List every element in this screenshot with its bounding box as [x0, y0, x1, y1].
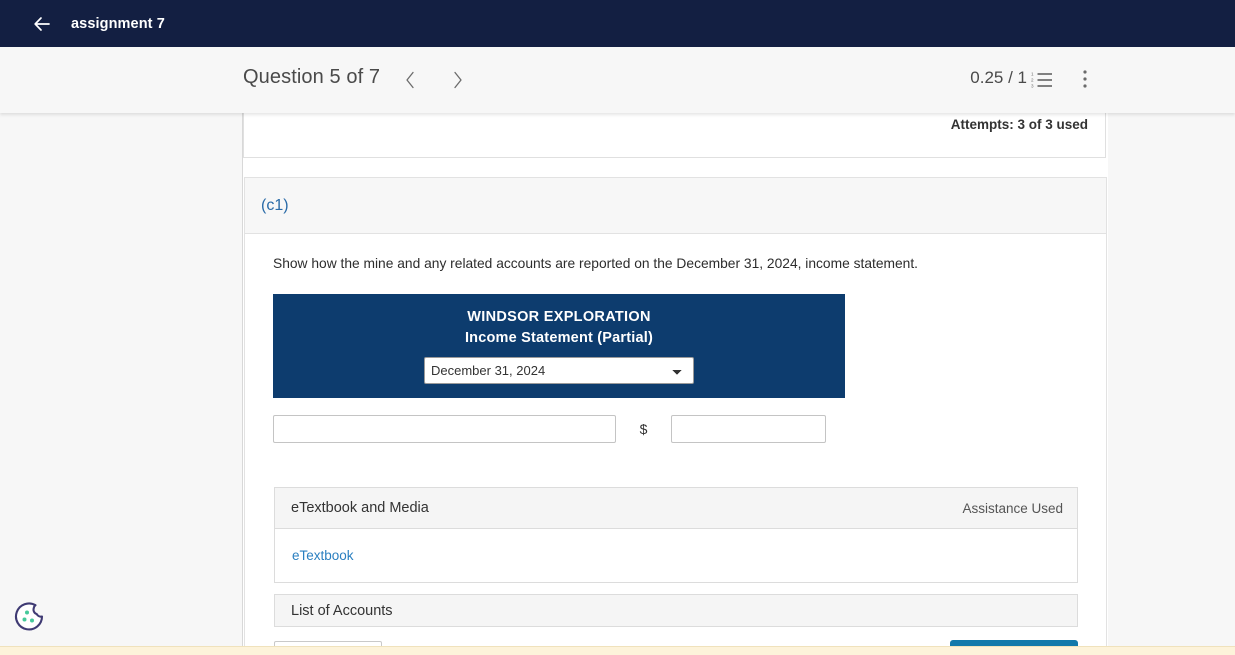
chevron-left-icon[interactable] — [397, 67, 423, 93]
etextbook-media-header: eTextbook and Media Assistance Used — [275, 488, 1077, 530]
statement-company-name: WINDSOR EXPLORATION — [467, 309, 651, 326]
chevron-right-icon[interactable] — [444, 67, 470, 93]
kebab-menu-icon[interactable] — [1075, 69, 1095, 89]
etextbook-media-body: eTextbook — [275, 529, 1077, 582]
cookie-consent-icon[interactable] — [14, 601, 46, 633]
amount-input[interactable] — [671, 415, 826, 444]
part-label[interactable]: (c1) — [261, 197, 289, 215]
cookie-banner-strip — [0, 646, 1235, 655]
score-display: 0.25 / 1 — [970, 68, 1027, 87]
assignment-title: assignment 7 — [71, 15, 165, 32]
list-of-accounts-title: List of Accounts — [291, 602, 393, 619]
svg-text:3: 3 — [1031, 83, 1034, 88]
previous-part-card: Attempts: 3 of 3 used — [243, 113, 1106, 158]
part-c1-body: Show how the mine and any related accoun… — [245, 234, 1106, 444]
income-statement-panel: WINDSOR EXPLORATION Income Statement (Pa… — [273, 294, 845, 399]
svg-text:1: 1 — [1031, 72, 1034, 77]
account-name-input[interactable] — [273, 415, 616, 444]
list-of-accounts-panel[interactable]: List of Accounts — [274, 594, 1078, 628]
back-arrow-icon[interactable] — [30, 12, 54, 36]
top-navigation-bar: assignment 7 — [0, 0, 1235, 47]
svg-text:2: 2 — [1031, 78, 1034, 83]
answer-entry-row: $ — [273, 415, 1106, 444]
etextbook-link[interactable]: eTextbook — [292, 548, 354, 563]
part-c1-header: (c1) — [245, 178, 1106, 234]
previous-part-attempts: Attempts: 3 of 3 used — [950, 117, 1088, 132]
etextbook-media-title: eTextbook and Media — [291, 500, 429, 517]
question-counter: Question 5 of 7 — [243, 66, 381, 88]
card-gap — [243, 158, 1108, 177]
question-content-area: Attempts: 3 of 3 used (c1) Show how the … — [243, 113, 1108, 655]
etextbook-media-panel: eTextbook and Media Assistance Used eTex… — [274, 487, 1078, 584]
currency-symbol: $ — [639, 421, 648, 438]
numbered-list-icon[interactable]: 1 2 3 — [1031, 69, 1053, 89]
statement-subtitle: Income Statement (Partial) — [464, 330, 654, 347]
statement-date-select[interactable]: December 31, 2024 — [424, 357, 694, 385]
question-prompt: Show how the mine and any related accoun… — [273, 256, 919, 271]
assistance-used-label: Assistance Used — [962, 500, 1063, 516]
assignment-page: assignment 7 Question 5 of 7 0.25 / 1 1 … — [0, 0, 1235, 655]
question-toolbar: Question 5 of 7 0.25 / 1 1 2 3 — [0, 47, 1235, 113]
part-c1-card: (c1) Show how the mine and any related a… — [244, 177, 1107, 655]
